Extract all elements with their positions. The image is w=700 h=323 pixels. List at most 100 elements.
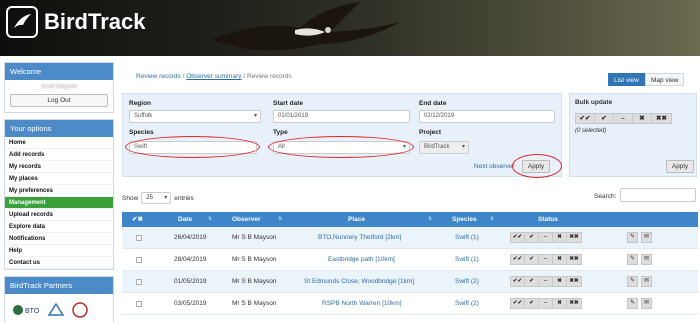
status-cross-icon[interactable]: ✖ bbox=[553, 299, 567, 308]
row-species[interactable]: Swift (2) bbox=[455, 293, 479, 315]
options-title: Your options bbox=[5, 120, 113, 137]
row-species[interactable]: Swift (2) bbox=[455, 271, 479, 293]
breadcrumb-separator: / bbox=[182, 73, 185, 80]
bto-logo-icon[interactable]: BTO bbox=[11, 301, 41, 319]
column-species[interactable]: Species bbox=[452, 212, 477, 227]
status-cross-icon[interactable]: ✖ bbox=[553, 255, 567, 264]
bulk-double-cross-icon[interactable]: ✖✖ bbox=[652, 114, 671, 123]
sidebar-item-upload-records[interactable]: Upload records bbox=[5, 209, 113, 221]
sidebar-item-notifications[interactable]: Notifications bbox=[5, 233, 113, 245]
row-checkbox[interactable] bbox=[136, 257, 142, 263]
status-double-cross-icon[interactable]: ✖✖ bbox=[567, 299, 581, 308]
partner-bird-logo-icon[interactable] bbox=[47, 301, 65, 319]
row-place[interactable]: St Edmunds Close, Woodbridge [1km] bbox=[304, 271, 414, 293]
status-dash-icon[interactable]: – bbox=[539, 255, 553, 264]
bulk-update-panel: Bulk update ✔✔ ✔ – ✖ ✖✖ (0 selected) App… bbox=[569, 93, 697, 177]
column-date[interactable]: Date bbox=[178, 212, 192, 227]
bulk-dash-icon[interactable]: – bbox=[614, 114, 633, 123]
status-cross-icon[interactable]: ✖ bbox=[553, 233, 567, 242]
status-double-check-icon[interactable]: ✔✔ bbox=[511, 255, 525, 264]
row-species[interactable]: Swift (1) bbox=[455, 249, 479, 271]
row-checkbox[interactable] bbox=[136, 279, 142, 285]
project-label: Project bbox=[419, 129, 442, 136]
status-cross-icon[interactable]: ✖ bbox=[553, 277, 567, 286]
select-all-toggle[interactable]: ✔✖ bbox=[132, 212, 143, 227]
column-observer[interactable]: Observer bbox=[232, 212, 261, 227]
region-select[interactable]: Suffolk bbox=[129, 110, 261, 123]
status-double-cross-icon[interactable]: ✖✖ bbox=[567, 255, 581, 264]
bulk-cross-icon[interactable]: ✖ bbox=[633, 114, 652, 123]
breadcrumb-observer-summary[interactable]: Observer summary bbox=[186, 73, 241, 80]
edit-pencil-icon[interactable]: ✎ bbox=[627, 254, 638, 265]
species-label: Species bbox=[129, 129, 154, 136]
sidebar-item-management[interactable]: Management bbox=[5, 197, 113, 209]
email-icon[interactable]: ✉ bbox=[641, 298, 652, 309]
site-title[interactable]: BirdTrack bbox=[44, 9, 146, 35]
table-header: ✔✖ Date ⇅ Observer ⇅ Place ⇅ Species ⇅ S… bbox=[122, 212, 698, 227]
project-select[interactable]: BirdTrack bbox=[419, 141, 469, 154]
email-icon[interactable]: ✉ bbox=[641, 232, 652, 243]
row-place[interactable]: BTO,Nunnery Thetford [2km] bbox=[318, 227, 401, 249]
sort-icon: ⇅ bbox=[278, 216, 283, 222]
logout-button[interactable]: Log Out bbox=[10, 94, 108, 107]
sidebar: Welcome Scott Mayson Log Out Your option… bbox=[4, 62, 114, 323]
row-date: 01/05/2019 bbox=[174, 278, 207, 285]
map-view-button[interactable]: Map view bbox=[644, 73, 685, 86]
table-length-control: Show 25 entries bbox=[122, 192, 194, 204]
search-input[interactable] bbox=[620, 188, 696, 202]
status-double-check-icon[interactable]: ✔✔ bbox=[511, 277, 525, 286]
edit-pencil-icon[interactable]: ✎ bbox=[627, 232, 638, 243]
row-date: 28/04/2019 bbox=[174, 256, 207, 263]
status-double-cross-icon[interactable]: ✖✖ bbox=[567, 277, 581, 286]
sidebar-item-help[interactable]: Help bbox=[5, 245, 113, 257]
status-check-icon[interactable]: ✔ bbox=[525, 255, 539, 264]
sort-icon: ⇅ bbox=[490, 216, 495, 222]
sidebar-item-my-places[interactable]: My places bbox=[5, 173, 113, 185]
column-status[interactable]: Status bbox=[538, 212, 558, 227]
email-icon[interactable]: ✉ bbox=[641, 276, 652, 287]
status-dash-icon[interactable]: – bbox=[539, 277, 553, 286]
row-observer: Mr S B Mayson bbox=[232, 278, 277, 285]
email-icon[interactable]: ✉ bbox=[641, 254, 652, 265]
column-place[interactable]: Place bbox=[348, 212, 365, 227]
edit-pencil-icon[interactable]: ✎ bbox=[627, 276, 638, 287]
sidebar-item-contact-us[interactable]: Contact us bbox=[5, 257, 113, 269]
bulk-double-check-icon[interactable]: ✔✔ bbox=[576, 114, 595, 123]
status-double-check-icon[interactable]: ✔✔ bbox=[511, 233, 525, 242]
bulk-status-buttons: ✔✔ ✔ – ✖ ✖✖ bbox=[575, 113, 672, 124]
row-checkbox[interactable] bbox=[136, 235, 142, 241]
birdtrack-logo-icon[interactable] bbox=[6, 6, 38, 38]
sidebar-item-explore-data[interactable]: Explore data bbox=[5, 221, 113, 233]
status-dash-icon[interactable]: – bbox=[539, 233, 553, 242]
bulk-check-icon[interactable]: ✔ bbox=[595, 114, 614, 123]
status-double-cross-icon[interactable]: ✖✖ bbox=[567, 233, 581, 242]
end-date-input[interactable]: 02/12/2019 bbox=[419, 110, 555, 123]
status-double-check-icon[interactable]: ✔✔ bbox=[511, 299, 525, 308]
status-dash-icon[interactable]: – bbox=[539, 299, 553, 308]
bulk-apply-button[interactable]: Apply bbox=[666, 160, 694, 173]
partner-crest-logo-icon[interactable] bbox=[71, 301, 89, 319]
apply-highlight-ring bbox=[512, 154, 562, 178]
sidebar-item-my-records[interactable]: My records bbox=[5, 161, 113, 173]
type-highlight-ring bbox=[268, 136, 414, 158]
row-checkbox[interactable] bbox=[136, 301, 142, 307]
show-label: Show bbox=[122, 194, 139, 202]
row-species[interactable]: Swift (1) bbox=[455, 227, 479, 249]
row-date: 03/05/2019 bbox=[174, 300, 207, 307]
start-date-input[interactable]: 01/01/2019 bbox=[273, 110, 410, 123]
edit-pencil-icon[interactable]: ✎ bbox=[627, 298, 638, 309]
status-check-icon[interactable]: ✔ bbox=[525, 277, 539, 286]
list-view-button[interactable]: List view bbox=[608, 73, 645, 86]
row-place[interactable]: RSPB North Warren [10km] bbox=[322, 293, 402, 315]
region-label: Region bbox=[129, 100, 152, 107]
entries-select[interactable]: 25 bbox=[141, 192, 172, 204]
breadcrumb-review-records[interactable]: Review records bbox=[136, 73, 181, 80]
status-check-icon[interactable]: ✔ bbox=[525, 299, 539, 308]
sidebar-item-home[interactable]: Home bbox=[5, 137, 113, 149]
row-place[interactable]: Eastbridge path [10km] bbox=[328, 249, 395, 271]
sidebar-item-my-preferences[interactable]: My preferences bbox=[5, 185, 113, 197]
sidebar-item-add-records[interactable]: Add records bbox=[5, 149, 113, 161]
next-observer-link[interactable]: Next observer bbox=[474, 163, 514, 170]
status-check-icon[interactable]: ✔ bbox=[525, 233, 539, 242]
options-panel: Your options Home Add records My records… bbox=[4, 119, 114, 270]
